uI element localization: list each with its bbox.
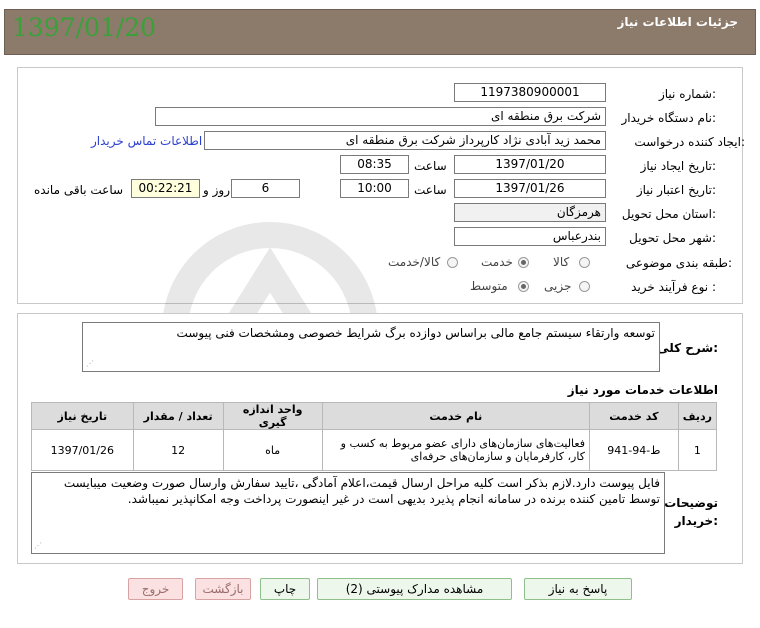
summary-field[interactable]: توسعه وارتقاء سیستم جامع مالی براساس دوا… <box>82 322 660 372</box>
services-title: اطلاعات خدمات مورد نیاز <box>567 383 718 397</box>
process-partial-label: جزیی <box>544 279 572 293</box>
process-medium-label: متوسط <box>470 279 508 293</box>
need-number-label: شماره نیاز: <box>658 87 716 101</box>
cell-code: ط-94-941 <box>588 429 679 471</box>
deadline-time-field: 10:00 <box>340 179 409 198</box>
process-medium-radio[interactable] <box>518 281 529 292</box>
page-title: جزئیات اطلاعات نیاز <box>617 15 738 29</box>
buyer-org-field: شرکت برق منطقه ای <box>155 107 606 126</box>
cell-date: 1397/01/26 <box>31 429 134 471</box>
table-row: 1 ط-94-941 فعالیت‌های سازمان‌های دارای ع… <box>31 429 718 471</box>
process-label: نوع فرآیند خرید : <box>631 280 716 294</box>
cell-row: 1 <box>677 429 718 471</box>
province-label: استان محل تحویل: <box>621 207 716 221</box>
print-button[interactable]: چاپ <box>260 578 310 600</box>
category-goods-radio[interactable] <box>579 257 590 268</box>
buyer-notes-field[interactable]: فایل پیوست دارد.لازم بذکر است کلیه مراحل… <box>31 472 665 554</box>
city-field: بندرعباس <box>454 227 606 246</box>
col-header-unit: واحد اندازه گیری <box>222 402 323 430</box>
requester-field: محمد زید آبادی نژاد کارپرداز شرکت برق من… <box>204 131 606 150</box>
services-table: ردیف کد خدمت نام خدمت واحد اندازه گیری ت… <box>31 402 718 471</box>
process-partial-radio[interactable] <box>579 281 590 292</box>
requester-label: ایجاد کننده درخواست: <box>634 135 745 149</box>
created-time-field: 08:35 <box>340 155 409 174</box>
col-header-qty: تعداد / مقدار <box>132 402 224 430</box>
col-header-code: کد خدمت <box>588 402 679 430</box>
category-service-label: خدمت <box>481 255 513 269</box>
category-goods-label: کالا <box>553 255 570 269</box>
summary-resize-grip[interactable]: ⋰ <box>86 360 94 368</box>
created-date-field: 1397/01/20 <box>454 155 606 174</box>
category-service-radio[interactable] <box>518 257 529 268</box>
col-header-row: ردیف <box>677 402 718 430</box>
cell-name: فعالیت‌های سازمان‌های دارای عضو مربوط به… <box>321 429 590 471</box>
col-header-date: تاریخ نیاز <box>31 402 134 430</box>
buyer-notes-label: توضیحات خریدار: <box>664 496 718 528</box>
category-label: طبقه بندی موضوعی: <box>625 256 732 270</box>
cell-unit: ماه <box>222 429 323 471</box>
view-attachments-button[interactable]: مشاهده مدارک پیوستی (2) <box>317 578 512 600</box>
deadline-date-field: 1397/01/26 <box>454 179 606 198</box>
province-field: هرمزگان <box>454 203 606 222</box>
remaining-time-label: ساعت باقی مانده <box>34 183 124 197</box>
city-label: شهر محل تحویل: <box>629 231 716 245</box>
deadline-date-label: تاریخ اعتبار نیاز: <box>636 183 716 197</box>
category-goods-service-label: کالا/خدمت <box>388 255 441 269</box>
created-date-label: تاریخ ایجاد نیاز: <box>640 159 716 173</box>
remaining-time-field: 00:22:21 <box>131 179 200 198</box>
remaining-days-field: 6 <box>231 179 300 198</box>
cell-qty: 12 <box>132 429 224 471</box>
date-overlay: 1397/01/20 <box>12 13 157 42</box>
buyer-org-label: نام دستگاه خریدار: <box>621 111 717 125</box>
buyer-contact-link[interactable]: اطلاعات تماس خریدار <box>91 134 202 148</box>
need-number-field: 1197380900001 <box>454 83 606 102</box>
category-goods-service-radio[interactable] <box>447 257 458 268</box>
buyer-notes-resize-grip[interactable]: ⋰ <box>34 542 42 550</box>
back-button[interactable]: بازگشت <box>195 578 251 600</box>
exit-button[interactable]: خروج <box>128 578 183 600</box>
remaining-days-label: روز و <box>203 183 230 197</box>
deadline-time-label: ساعت <box>414 183 447 197</box>
created-time-label: ساعت <box>414 159 447 173</box>
col-header-name: نام خدمت <box>321 402 590 430</box>
reply-button[interactable]: پاسخ به نیاز <box>524 578 632 600</box>
